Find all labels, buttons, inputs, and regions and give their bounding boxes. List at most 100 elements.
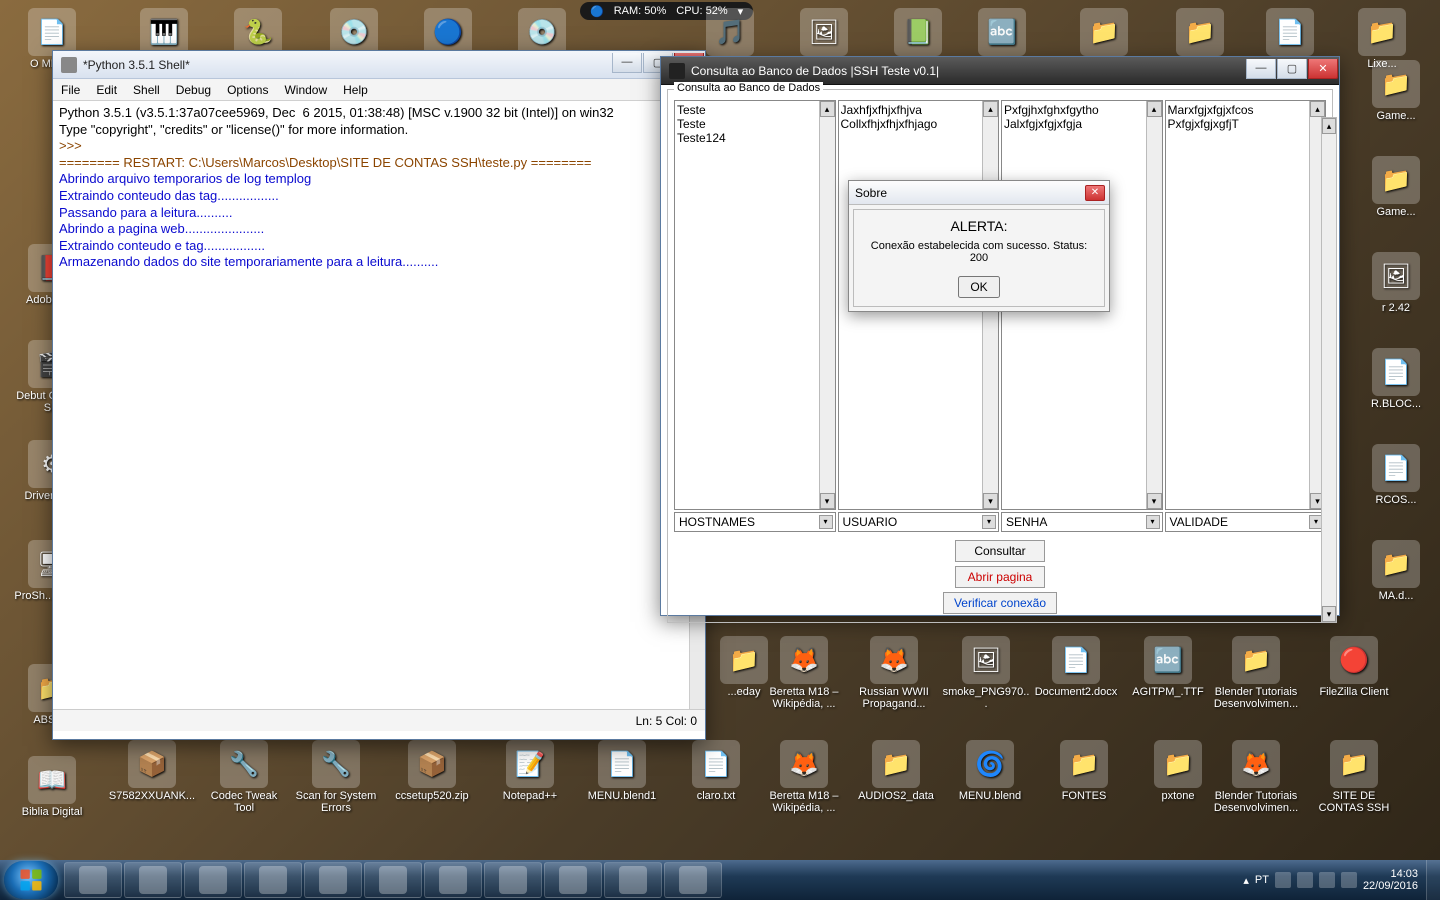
consulta-window[interactable]: Consulta ao Banco de Dados |SSH Teste v0… [660,56,1340,616]
desktop-icon[interactable]: 📖Biblia Digital [8,756,96,818]
desktop-icon[interactable]: 🔤AGITPM_.TTF [1124,636,1212,698]
desktop-icon[interactable]: 📄claro.txt [672,740,760,802]
taskbar-app-notepadpp[interactable] [364,862,422,898]
list-item[interactable]: Marxfgjxfgjxfcos [1168,103,1324,117]
taskbar-app-tk[interactable] [664,862,722,898]
system-tray[interactable]: ▴ PT 14:03 22/09/2016 [1243,868,1426,892]
tray-icon[interactable] [1319,872,1335,888]
consultar-button[interactable]: Consultar [955,540,1045,562]
list-item[interactable]: Teste [677,103,833,117]
menu-edit[interactable]: Edit [88,83,125,97]
clock[interactable]: 14:03 22/09/2016 [1363,868,1418,892]
scrollbar[interactable]: ▴▾ [1146,101,1162,509]
desktop-icon[interactable]: 📁FONTES [1040,740,1128,802]
desktop-icon[interactable]: 🦊Russian WWII Propagand... [850,636,938,710]
taskbar-app-py1[interactable] [484,862,542,898]
menu-debug[interactable]: Debug [168,83,219,97]
desktop-icon[interactable]: 📄Document2.docx [1032,636,1120,698]
list-item[interactable]: Teste124 [677,131,833,145]
chevron-down-icon[interactable]: ▾ [982,515,996,529]
menu-shell[interactable]: Shell [125,83,168,97]
desktop-icon[interactable]: 🔴FileZilla Client [1310,636,1398,698]
verificar-conexao-button[interactable]: Verificar conexão [943,592,1057,614]
close-button[interactable]: ✕ [1085,185,1105,201]
desktop-icon[interactable]: 📁pxtone [1134,740,1222,802]
desktop-icon[interactable]: 📝Notepad++ [486,740,574,802]
desktop-icon[interactable]: 📦S7582XXUANK... [108,740,196,802]
taskbar-app-avira[interactable] [244,862,302,898]
hostnames-combo[interactable]: HOSTNAMES▾ [674,512,836,532]
taskbar-app-ccleaner[interactable] [184,862,242,898]
desktop-icon[interactable]: 🔧Codec Tweak Tool [200,740,288,814]
list-item[interactable]: Collxfhjxfhjxfhjago [841,117,997,131]
tray-icon[interactable] [1275,872,1291,888]
desktop-icon[interactable]: 📁Game... [1352,60,1440,122]
desktop-icon[interactable]: 📁Game... [1352,156,1440,218]
desktop-icon[interactable]: 🦊Beretta M18 – Wikipédia, ... [760,636,848,710]
desktop-icon[interactable]: 🖼 [780,8,868,58]
scrollbar[interactable]: ▴▾ [819,101,835,509]
minimize-button[interactable]: — [1246,59,1276,79]
python-shell-window[interactable]: *Python 3.5.1 Shell* — ▢ ✕ FileEditShell… [52,50,706,740]
desktop-icon[interactable]: 📁AUDIOS2_data [852,740,940,802]
taskbar[interactable]: ▴ PT 14:03 22/09/2016 [0,860,1440,900]
menubar[interactable]: FileEditShellDebugOptionsWindowHelp [53,79,705,101]
menu-window[interactable]: Window [276,83,335,97]
titlebar[interactable]: Sobre ✕ [849,181,1109,205]
desktop-icon[interactable]: 📁 [1060,8,1148,58]
abrir-pagina-button[interactable]: Abrir pagina [955,566,1045,588]
hostnames-listbox[interactable]: TesteTesteTeste124 ▴▾ [674,100,836,510]
show-desktop-button[interactable] [1426,860,1440,900]
list-item[interactable]: Jalxfgjxfgjxfgja [1004,117,1160,131]
usuario-combo[interactable]: USUARIO▾ [838,512,1000,532]
desktop-icon[interactable]: 🦊Beretta M18 – Wikipédia, ... [760,740,848,814]
desktop-icon[interactable]: 📄 [1246,8,1334,58]
taskbar-app-explorer[interactable] [124,862,182,898]
desktop-icon[interactable]: 🔧Scan for System Errors [292,740,380,814]
titlebar[interactable]: *Python 3.5.1 Shell* — ▢ ✕ [53,51,705,79]
taskbar-app-py2[interactable] [544,862,602,898]
desktop-icon[interactable]: 🖼smoke_PNG970... [942,636,1030,710]
desktop-icon[interactable]: 🌀MENU.blend [946,740,1034,802]
language-indicator[interactable]: PT [1255,874,1269,886]
taskbar-app-firefox[interactable] [64,862,122,898]
list-item[interactable]: Jaxhfjxfhjxfhjva [841,103,997,117]
scrollbar[interactable]: ▴▾ [1321,117,1337,623]
desktop-icon[interactable]: 📁SITE DE CONTAS SSH [1310,740,1398,814]
desktop-icon[interactable]: 🖼r 2.42 [1352,252,1440,314]
alert-dialog[interactable]: Sobre ✕ ALERTA: Conexão estabelecida com… [848,180,1110,312]
list-item[interactable]: Pxfgjhxfghxfgytho [1004,103,1160,117]
desktop-icon[interactable]: 📁Blender Tutoriais Desenvolvimen... [1212,636,1300,710]
desktop-icon[interactable]: 📦ccsetup520.zip [388,740,476,802]
validade-listbox[interactable]: MarxfgjxfgjxfcosPxfgjxfgjxgfjT ▴▾ [1165,100,1327,510]
desktop-icon[interactable]: 📄R.BLOC... [1352,348,1440,410]
console-output[interactable]: Python 3.5.1 (v3.5.1:37a07cee5969, Dec 6… [53,101,705,709]
validade-combo[interactable]: VALIDADE▾ [1165,512,1327,532]
tray-expand-icon[interactable]: ▴ [1243,874,1249,887]
ok-button[interactable]: OK [958,276,999,298]
close-button[interactable]: ✕ [1308,59,1338,79]
menu-options[interactable]: Options [219,83,276,97]
taskbar-app-telegram[interactable] [604,862,662,898]
list-item[interactable]: Teste [677,117,833,131]
desktop-icon[interactable]: 📗 [874,8,962,58]
list-item[interactable]: PxfgjxfgjxgfjT [1168,117,1324,131]
taskbar-app-filezilla[interactable] [304,862,362,898]
maximize-button[interactable]: ▢ [1277,59,1307,79]
desktop-icon[interactable]: 📄RCOS... [1352,444,1440,506]
minimize-button[interactable]: — [612,53,642,73]
chevron-down-icon[interactable]: ▾ [1146,515,1160,529]
menu-file[interactable]: File [53,83,88,97]
start-button[interactable] [4,861,58,899]
desktop-icon[interactable]: 📄MENU.blend1 [578,740,666,802]
senha-combo[interactable]: SENHA▾ [1001,512,1163,532]
chevron-down-icon[interactable]: ▾ [819,515,833,529]
tray-icon[interactable] [1341,872,1357,888]
titlebar[interactable]: Consulta ao Banco de Dados |SSH Teste v0… [661,57,1339,85]
desktop-icon[interactable]: 📁MA.d... [1352,540,1440,602]
desktop-icon[interactable]: 🦊Blender Tutoriais Desenvolvimen... [1212,740,1300,814]
taskbar-app-gear[interactable] [424,862,482,898]
menu-help[interactable]: Help [335,83,376,97]
tray-icon[interactable] [1297,872,1313,888]
desktop-icon[interactable]: 📁 [1156,8,1244,58]
